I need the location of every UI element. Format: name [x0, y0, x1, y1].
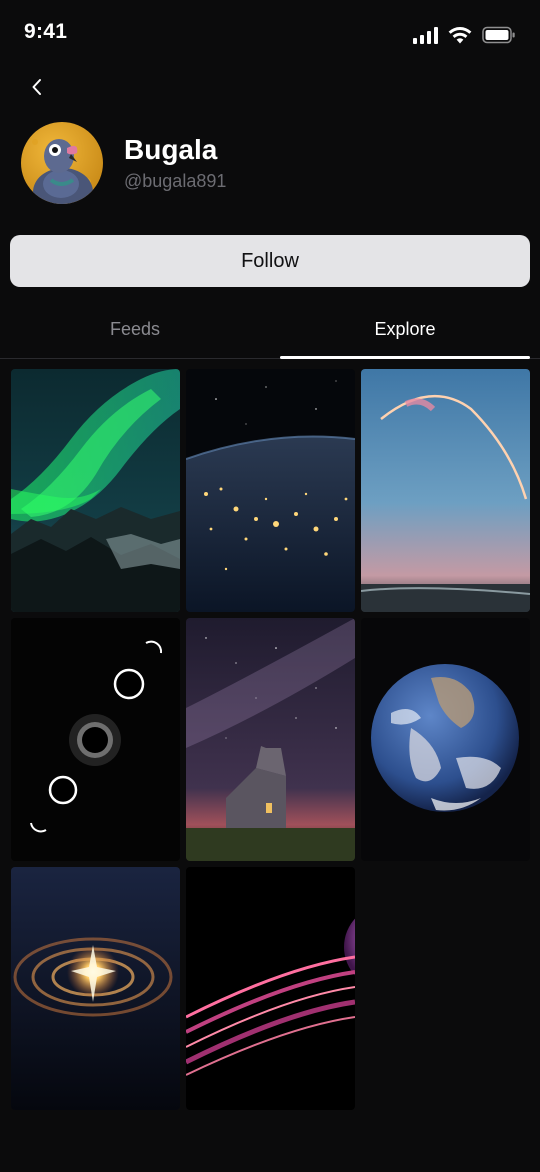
grid-item-blue-marble-earth[interactable]: [361, 618, 530, 861]
grid-item-aurora[interactable]: [11, 369, 180, 612]
pigeon-avatar-icon: [21, 122, 103, 204]
status-icons: [413, 26, 516, 44]
signal-icon: [413, 26, 438, 44]
active-tab-indicator: [280, 356, 530, 359]
grid-item-ringed-planet[interactable]: [186, 867, 355, 1110]
profile-name: Bugala: [124, 134, 218, 165]
tab-explore[interactable]: Explore: [280, 300, 530, 358]
battery-icon: [482, 26, 516, 44]
grid-item-rocket-launch-trail[interactable]: [361, 369, 530, 612]
status-bar: 9:41: [0, 0, 540, 70]
chevron-left-icon: [32, 79, 41, 95]
wifi-icon: [448, 26, 472, 44]
grid-item-milky-way-church[interactable]: [186, 618, 355, 861]
status-time: 9:41: [24, 20, 68, 43]
tab-feeds[interactable]: Feeds: [0, 300, 270, 358]
follow-button[interactable]: Follow: [10, 235, 530, 287]
grid-item-spiral-galaxy[interactable]: [11, 867, 180, 1110]
grid-item-earth-night-lights[interactable]: [186, 369, 355, 612]
tab-bar: Feeds Explore: [0, 300, 540, 359]
profile-handle: @bugala891: [124, 171, 227, 191]
back-button[interactable]: [22, 72, 52, 102]
avatar[interactable]: [21, 122, 103, 204]
grid-item-solar-eclipse-sequence[interactable]: [11, 618, 180, 861]
